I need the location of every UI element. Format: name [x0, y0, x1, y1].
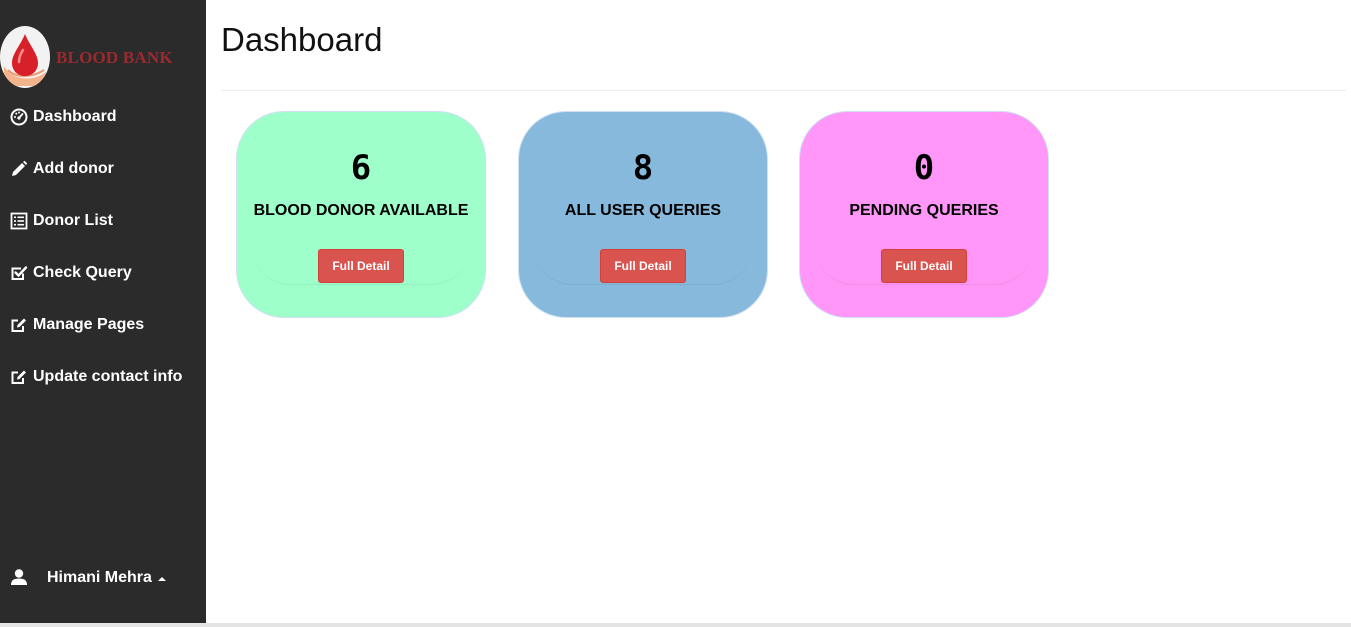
caret-up-icon: [157, 577, 166, 581]
user-menu[interactable]: Himani Mehra: [10, 566, 166, 590]
sidebar-item-update-contact-info[interactable]: Update contact info: [0, 351, 206, 403]
brand-logo[interactable]: BLOOD BANK: [0, 26, 200, 90]
sidebar: BLOOD BANK Dashboard Add donor Donor Lis…: [0, 0, 206, 623]
stat-label: BLOOD DONOR AVAILABLE: [253, 202, 469, 219]
edit-square-icon: [10, 367, 30, 387]
sidebar-item-check-query[interactable]: Check Query: [0, 247, 206, 299]
horizontal-scrollbar[interactable]: [0, 623, 1351, 627]
edit-square-icon: [10, 315, 30, 335]
sidebar-item-add-donor[interactable]: Add donor: [0, 143, 206, 195]
sidebar-item-label: Dashboard: [33, 108, 117, 125]
sidebar-item-dashboard[interactable]: Dashboard: [0, 91, 206, 143]
full-detail-button[interactable]: Full Detail: [318, 249, 404, 283]
sidebar-item-manage-pages[interactable]: Manage Pages: [0, 299, 206, 351]
sidebar-item-donor-list[interactable]: Donor List: [0, 195, 206, 247]
check-square-icon: [10, 263, 30, 283]
stat-value: 8: [632, 148, 654, 188]
divider: [221, 90, 1346, 91]
sidebar-nav: Dashboard Add donor Donor List Check Que…: [0, 91, 206, 403]
pencil-icon: [10, 159, 30, 179]
stat-value: 0: [913, 148, 935, 188]
stat-value: 6: [350, 148, 372, 188]
dashboard-icon: [10, 107, 30, 127]
sidebar-item-label: Add donor: [33, 160, 114, 177]
logo-text: BLOOD BANK: [56, 48, 173, 67]
blood-drop-logo-icon: [0, 26, 50, 88]
full-detail-button[interactable]: Full Detail: [600, 249, 686, 283]
stat-card-all-user-queries: 8 ALL USER QUERIES Full Detail: [518, 111, 768, 318]
user-name: Himani Mehra: [47, 569, 152, 586]
stat-label: PENDING QUERIES: [849, 202, 999, 219]
sidebar-item-label: Manage Pages: [33, 316, 145, 333]
sidebar-item-label: Donor List: [33, 212, 113, 229]
stat-card-pending-queries: 0 PENDING QUERIES Full Detail: [799, 111, 1049, 318]
sidebar-item-label: Update contact info: [33, 368, 183, 385]
user-icon: [10, 568, 30, 588]
sidebar-item-label: Check Query: [33, 264, 132, 281]
list-icon: [10, 211, 30, 231]
stat-card-blood-donor-available: 6 BLOOD DONOR AVAILABLE Full Detail: [236, 111, 486, 318]
full-detail-button[interactable]: Full Detail: [881, 249, 967, 283]
stat-label: ALL USER QUERIES: [564, 202, 722, 219]
page-title: Dashboard: [221, 21, 383, 58]
